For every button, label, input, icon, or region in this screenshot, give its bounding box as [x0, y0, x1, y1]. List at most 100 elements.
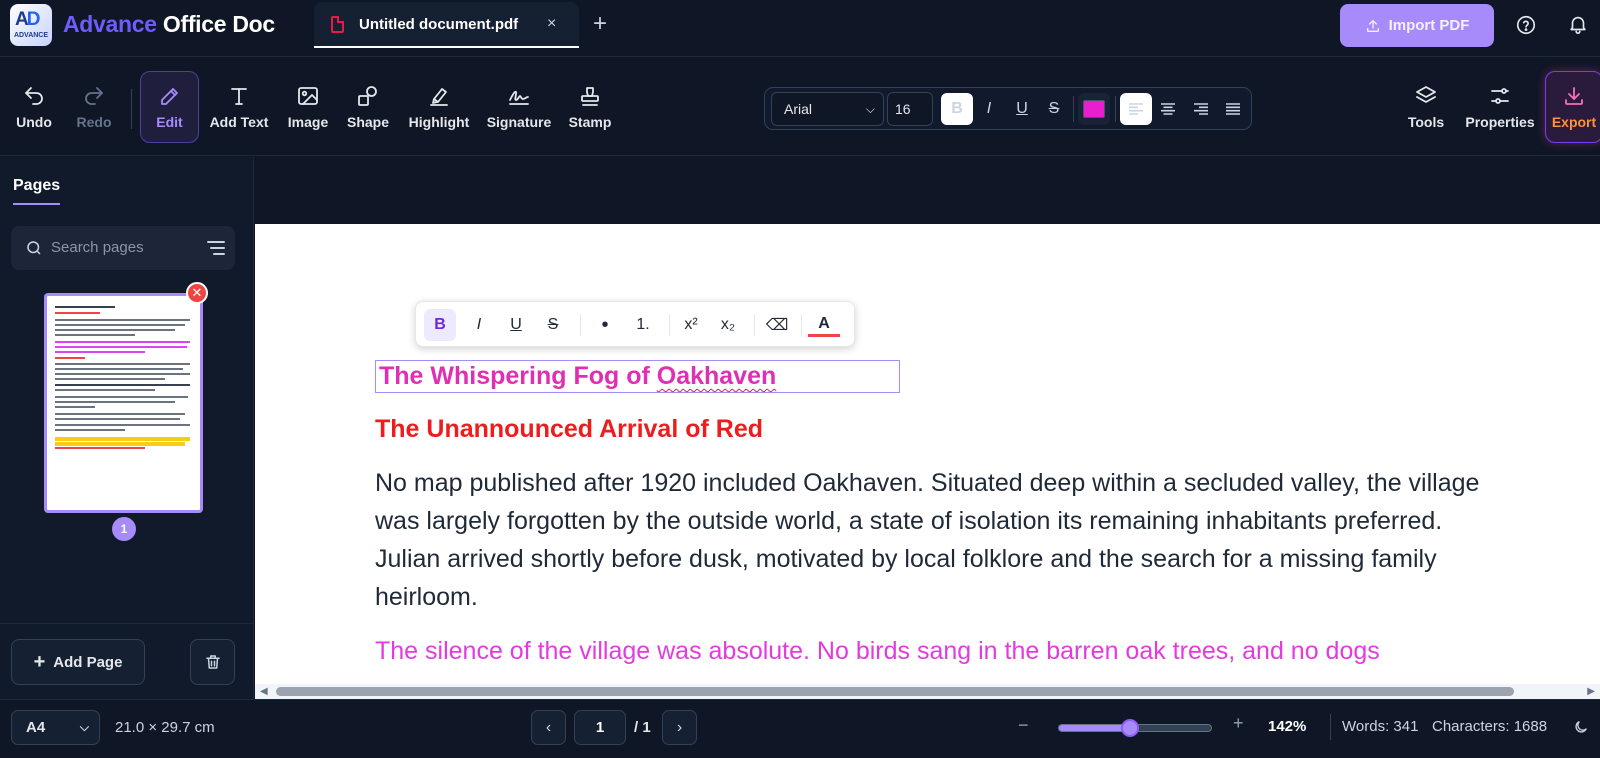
document-page[interactable]: B I U S • 1. x² x₂ ⌫ A The Whispering Fo… [255, 224, 1600, 684]
tools-button[interactable]: Tools [1402, 71, 1450, 143]
document-paragraph-highlighted[interactable]: The silence of the village was absolute.… [375, 632, 1575, 670]
import-pdf-label: Import PDF [1388, 17, 1470, 34]
align-right-button[interactable] [1185, 93, 1217, 125]
scroll-left-icon[interactable]: ◀ [260, 686, 268, 697]
properties-button[interactable]: Properties [1465, 71, 1535, 143]
edit-tool-button[interactable]: Edit [140, 71, 199, 143]
add-text-button[interactable]: Add Text [207, 71, 271, 143]
app-logo: AD ADVANCE [10, 4, 52, 46]
search-pages-input[interactable]: Search pages [11, 226, 235, 270]
thumbnail-text-line [55, 396, 188, 398]
search-icon [27, 241, 41, 255]
stamp-button[interactable]: Stamp [567, 71, 613, 143]
add-page-button[interactable]: + Add Page [11, 639, 145, 685]
pdf-file-icon [331, 16, 344, 33]
redo-icon [85, 87, 103, 105]
pages-sidebar: Pages Search pages ✕ 1 + Add Page [0, 157, 254, 699]
bullet-list-button[interactable]: • [589, 309, 621, 341]
next-page-button[interactable]: › [662, 710, 697, 745]
thumbnail-text-line [55, 418, 180, 420]
thumbnail-text-line [55, 329, 175, 331]
image-button[interactable]: Image [285, 71, 331, 143]
thumbnail-text-line [55, 363, 190, 365]
inline-divider [669, 314, 670, 336]
zoom-slider[interactable] [1058, 719, 1212, 737]
numbered-list-button[interactable]: 1. [627, 309, 659, 341]
zoom-slider-fill [1059, 725, 1131, 731]
text-color-picker[interactable] [1078, 93, 1110, 125]
close-tab-icon[interactable]: × [547, 15, 556, 33]
page-dimensions: 21.0 × 29.7 cm [115, 719, 215, 736]
subscript-button[interactable]: x₂ [712, 309, 744, 341]
document-title-textbox[interactable]: The Whispering Fog of Oakhaven [375, 360, 900, 393]
zoom-out-button[interactable]: − [1018, 715, 1029, 736]
sidebar-footer: + Add Page [0, 623, 254, 699]
thumbnail-text-line [55, 351, 145, 353]
document-subtitle[interactable]: The Unannounced Arrival of Red [375, 415, 763, 444]
new-tab-button[interactable]: + [593, 10, 607, 38]
chevron-left-icon: ‹ [545, 718, 552, 736]
page-thumbnail[interactable] [44, 293, 203, 513]
align-left-button[interactable] [1120, 93, 1152, 125]
inline-strikethrough-button[interactable]: S [537, 309, 569, 341]
plus-icon: + [33, 651, 46, 673]
thumbnail-text-line [55, 312, 100, 314]
pages-tab[interactable]: Pages [13, 177, 61, 205]
thumbnail-text-line [55, 401, 175, 403]
notification-bell-icon[interactable] [1567, 13, 1589, 35]
thumbnail-text-line [55, 413, 185, 415]
strikethrough-button[interactable]: S [1038, 93, 1070, 125]
delete-page-icon[interactable]: ✕ [186, 282, 208, 304]
inline-bold-button[interactable]: B [424, 309, 456, 341]
document-canvas: B I U S • 1. x² x₂ ⌫ A The Whispering Fo… [255, 157, 1600, 699]
word-count: Words: 341 [1342, 718, 1419, 735]
chevron-down-icon: ⌵ [865, 102, 875, 116]
inline-italic-button[interactable]: I [463, 309, 495, 341]
current-page-input[interactable]: 1 [574, 710, 626, 745]
inline-divider [754, 314, 755, 336]
zoom-slider-handle[interactable] [1121, 719, 1140, 737]
trash-icon [205, 655, 220, 669]
thumbnail-text-line [55, 429, 125, 431]
document-tab[interactable]: Untitled document.pdf × [314, 2, 579, 48]
format-divider [1073, 96, 1074, 122]
signature-button[interactable]: Signature [485, 71, 553, 143]
highlighter-icon [430, 88, 448, 106]
inline-underline-button[interactable]: U [500, 309, 532, 341]
font-family-select[interactable]: Arial ⌵ [771, 92, 884, 126]
previous-page-button[interactable]: ‹ [531, 710, 566, 745]
scrollbar-thumb[interactable] [276, 687, 1514, 696]
paper-size-select[interactable]: A4 ⌵ [11, 710, 100, 745]
superscript-button[interactable]: x² [675, 309, 707, 341]
import-pdf-button[interactable]: Import PDF [1340, 4, 1494, 47]
highlight-button[interactable]: Highlight [407, 71, 471, 143]
inline-text-color-button[interactable]: A [808, 313, 840, 337]
underline-button[interactable]: U [1006, 93, 1038, 125]
align-center-button[interactable] [1152, 93, 1184, 125]
toolbar-divider [131, 89, 132, 129]
thumbnail-text-line [55, 389, 155, 391]
delete-button[interactable] [190, 639, 235, 685]
horizontal-scrollbar[interactable]: ◀ ▶ [255, 684, 1600, 699]
zoom-in-button[interactable]: + [1233, 713, 1244, 734]
document-paragraph[interactable]: No map published after 1920 included Oak… [375, 464, 1495, 616]
align-justify-icon [1226, 103, 1240, 115]
italic-button[interactable]: I [973, 93, 1005, 125]
dark-mode-toggle-icon[interactable] [1573, 719, 1589, 735]
thumbnail-text-line [55, 319, 190, 321]
help-icon[interactable] [1515, 14, 1537, 36]
inline-divider [580, 314, 581, 336]
export-button[interactable]: Export [1545, 71, 1600, 143]
font-size-input[interactable]: 16 [887, 92, 933, 126]
redo-button[interactable]: Redo [70, 71, 118, 143]
clear-format-button[interactable]: ⌫ [761, 309, 793, 341]
undo-button[interactable]: Undo [10, 71, 58, 143]
bold-button[interactable]: B [941, 93, 973, 125]
scroll-right-icon[interactable]: ▶ [1587, 686, 1595, 697]
align-justify-button[interactable] [1217, 93, 1249, 125]
filter-icon[interactable] [207, 240, 225, 256]
download-icon [1565, 87, 1583, 105]
shape-button[interactable]: Shape [345, 71, 391, 143]
chevron-right-icon: › [676, 718, 683, 736]
total-pages: / 1 [634, 719, 651, 736]
